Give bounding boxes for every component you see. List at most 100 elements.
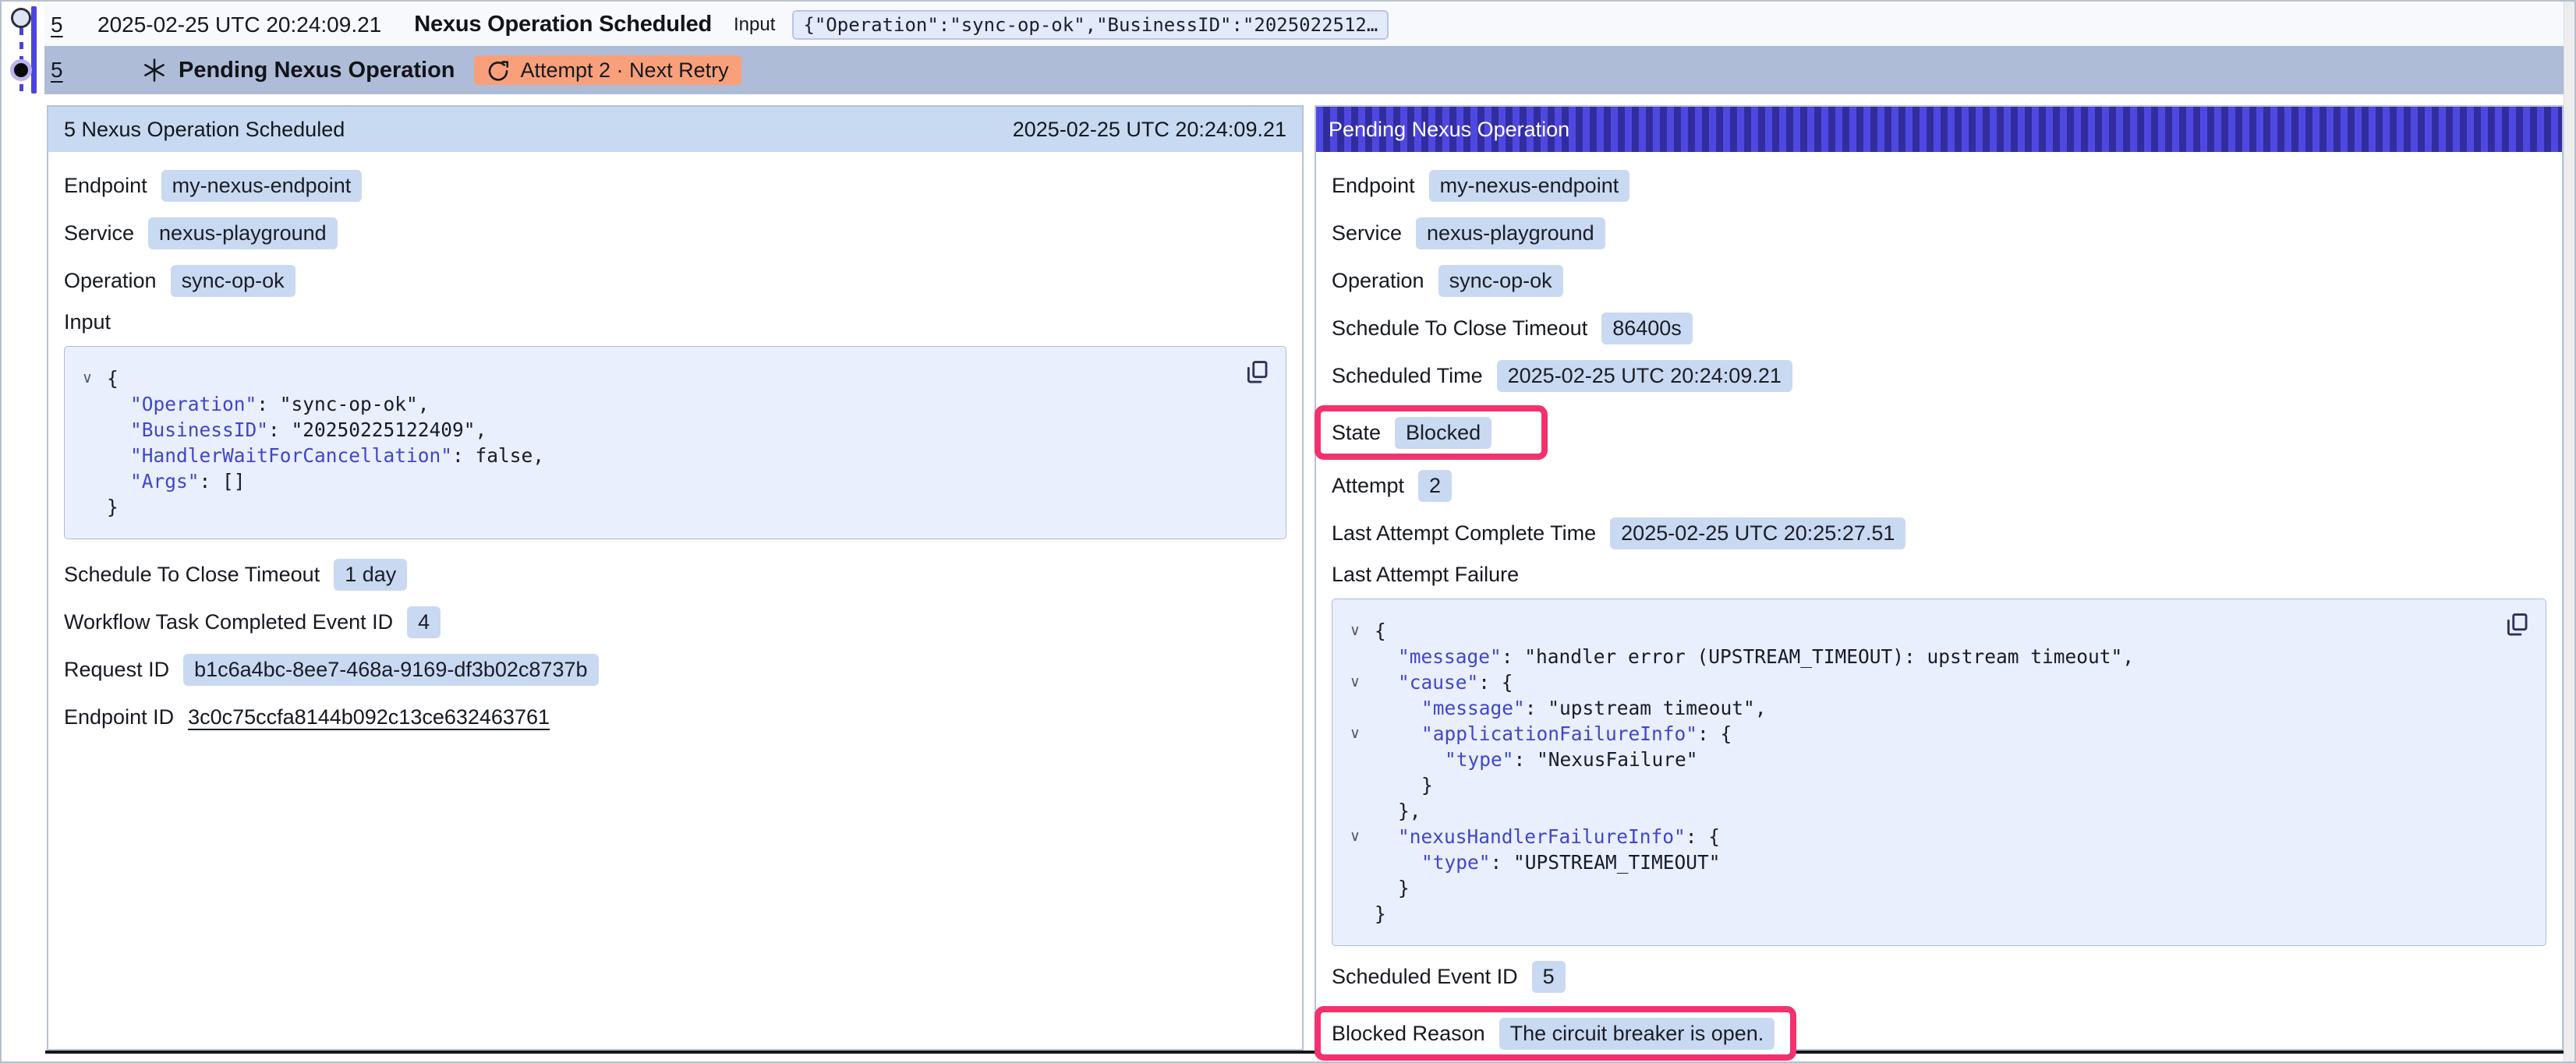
json-line-text: } [1375, 901, 1386, 927]
field-label: Scheduled Event ID [1332, 965, 1518, 989]
detail-field-row: Attempt 2 [1332, 468, 2546, 503]
event-timeline [2, 2, 44, 101]
event-timestamp: 2025-02-25 UTC 20:24:09.21 [97, 12, 381, 37]
field-value-badge: sync-op-ok [171, 265, 295, 297]
card-title: 5 Nexus Operation Scheduled [64, 118, 345, 142]
json-line: ∨"applicationFailureInfo": { [1346, 721, 2491, 747]
attempt-retry-badge: Attempt 2 · Next Retry [474, 55, 741, 85]
detail-field-row: Scheduled Time 2025-02-25 UTC 20:24:09.21 [1332, 358, 2546, 394]
detail-field-row: Servicenexus-playground [64, 215, 1286, 251]
field-label: Endpoint [64, 174, 147, 198]
detail-field-row: Operationsync-op-ok [1332, 263, 2546, 298]
field-label: Schedule To Close Timeout [64, 563, 320, 587]
attempt-badge-label: Attempt 2 · Next Retry [521, 58, 729, 83]
event-row-nexus-operation-scheduled[interactable]: 5 2025-02-25 UTC 20:24:09.21 Nexus Opera… [44, 3, 2564, 46]
retry-icon [487, 58, 510, 82]
json-line: ∨{ [79, 366, 1231, 391]
pending-asterisk-icon [141, 57, 168, 83]
json-gutter [79, 494, 107, 520]
endpoint-id-link[interactable]: 3c0c75ccfa8144b092c13ce632463761 [188, 705, 550, 729]
field-label: Request ID [64, 658, 169, 682]
json-line: ∨{ [1346, 618, 2491, 644]
field-value-badge: nexus-playground [1416, 217, 1605, 249]
event-id-link[interactable]: 5 [51, 12, 66, 37]
field-label: Service [1332, 221, 1402, 245]
field-label: State [1332, 421, 1381, 445]
field-value-badge: 2025-02-25 UTC 20:24:09.21 [1497, 360, 1792, 392]
copy-button[interactable] [2503, 610, 2533, 640]
card-title: Pending Nexus Operation [1329, 118, 1569, 142]
json-line: ∨"cause": { [1346, 669, 2491, 695]
temporal-event-history-page: 5 2025-02-25 UTC 20:24:09.21 Nexus Opera… [0, 0, 2576, 1063]
timeline-node-selected-icon[interactable] [10, 59, 32, 81]
field-value-badge: sync-op-ok [1438, 265, 1563, 297]
input-section-label: Input [64, 310, 1286, 337]
field-value-badge: 5 [1532, 961, 1566, 993]
field-value-badge: my-nexus-endpoint [1429, 170, 1630, 202]
json-gutter [1346, 875, 1375, 901]
field-value-badge: 86400s [1601, 313, 1693, 344]
json-line: }, [1346, 798, 2491, 824]
vertical-scrollbar[interactable] [2564, 2, 2574, 1061]
input-json-viewer: ∨{"Operation": "sync-op-ok","BusinessID"… [64, 346, 1286, 539]
json-line: "HandlerWaitForCancellation": false, [79, 443, 1231, 468]
event-row-pending-nexus-operation[interactable]: 5 Pending Nexus Operation Attempt 2 · Ne… [44, 46, 2564, 94]
json-gutter [79, 417, 107, 443]
detail-field-row: Endpoint my-nexus-endpoint [1332, 168, 2546, 203]
collapse-chevron-icon[interactable]: ∨ [1346, 618, 1375, 644]
field-value-badge: my-nexus-endpoint [161, 170, 363, 202]
collapse-chevron-icon[interactable]: ∨ [1346, 669, 1375, 695]
json-line-text: "message": "upstream timeout", [1375, 695, 1767, 721]
state-highlight-box: StateBlocked [1315, 405, 1548, 460]
detail-field-row: Request ID b1c6a4bc-8ee7-468a-9169-df3b02… [64, 652, 1286, 687]
pending-event-id-link[interactable]: 5 [51, 58, 66, 83]
blocked-reason-highlight-box: Blocked ReasonThe circuit breaker is ope… [1315, 1006, 1796, 1061]
json-line-text: { [107, 366, 119, 391]
field-value-badge: b1c6a4bc-8ee7-468a-9169-df3b02c8737b [183, 654, 598, 686]
field-label: Service [64, 221, 134, 245]
event-title: Nexus Operation Scheduled [414, 12, 712, 37]
scheduled-event-card-header: 5 Nexus Operation Scheduled 2025-02-25 U… [48, 107, 1302, 152]
detail-field-row: Blocked ReasonThe circuit breaker is ope… [1332, 1015, 1775, 1051]
json-line: "type": "NexusFailure" [1346, 747, 2491, 772]
copy-icon [1244, 359, 1270, 386]
json-line-text: "cause": { [1375, 669, 1513, 695]
event-detail-panels: 5 Nexus Operation Scheduled 2025-02-25 U… [47, 105, 2564, 1051]
detail-field-row: StateBlocked [1332, 415, 1491, 450]
field-value-badge: 2 [1418, 470, 1452, 502]
timeline-selection-bar [31, 6, 37, 94]
field-label: Blocked Reason [1332, 1022, 1485, 1046]
json-line-text: "applicationFailureInfo": { [1375, 721, 1732, 747]
json-gutter [79, 391, 107, 417]
json-line-text: "BusinessID": "20250225122409", [107, 417, 487, 443]
json-gutter [1346, 798, 1375, 824]
collapse-chevron-icon[interactable]: ∨ [1346, 721, 1375, 747]
collapse-chevron-icon[interactable]: ∨ [1346, 824, 1375, 849]
json-line: ∨"nexusHandlerFailureInfo": { [1346, 824, 2491, 849]
field-label: Operation [64, 269, 157, 293]
field-label: Attempt [1332, 474, 1404, 498]
timeline-node-open-icon[interactable] [11, 8, 31, 28]
last-attempt-failure-label: Last Attempt Failure [1332, 563, 2546, 589]
detail-field-row: Schedule To Close Timeout1 day [64, 556, 1286, 592]
json-line: } [1346, 772, 2491, 798]
json-line-text: "message": "handler error (UPSTREAM_TIME… [1375, 644, 2134, 669]
collapse-chevron-icon[interactable]: ∨ [79, 366, 107, 391]
json-gutter [1346, 644, 1375, 669]
json-line: "Operation": "sync-op-ok", [79, 391, 1231, 417]
json-line: "BusinessID": "20250225122409", [79, 417, 1231, 443]
json-line: } [1346, 901, 2491, 927]
detail-field-row: Workflow Task Completed Event ID4 [64, 604, 1286, 640]
detail-field-row: Last Attempt Complete Time2025-02-25 UTC… [1332, 515, 2546, 551]
json-gutter [1346, 747, 1375, 772]
detail-field-row: Endpoint my-nexus-endpoint [64, 168, 1286, 203]
field-label: Last Attempt Complete Time [1332, 521, 1596, 546]
pending-event-title: Pending Nexus Operation [179, 58, 455, 83]
copy-button[interactable] [1244, 358, 1273, 387]
field-label: Endpoint [1332, 174, 1415, 198]
detail-field-row: Schedule To Close Timeout86400s [1332, 310, 2546, 346]
json-line-text: "Args": [] [107, 468, 246, 494]
field-label: Scheduled Time [1332, 364, 1483, 388]
field-label: Workflow Task Completed Event ID [64, 610, 393, 634]
json-gutter [1346, 772, 1375, 798]
